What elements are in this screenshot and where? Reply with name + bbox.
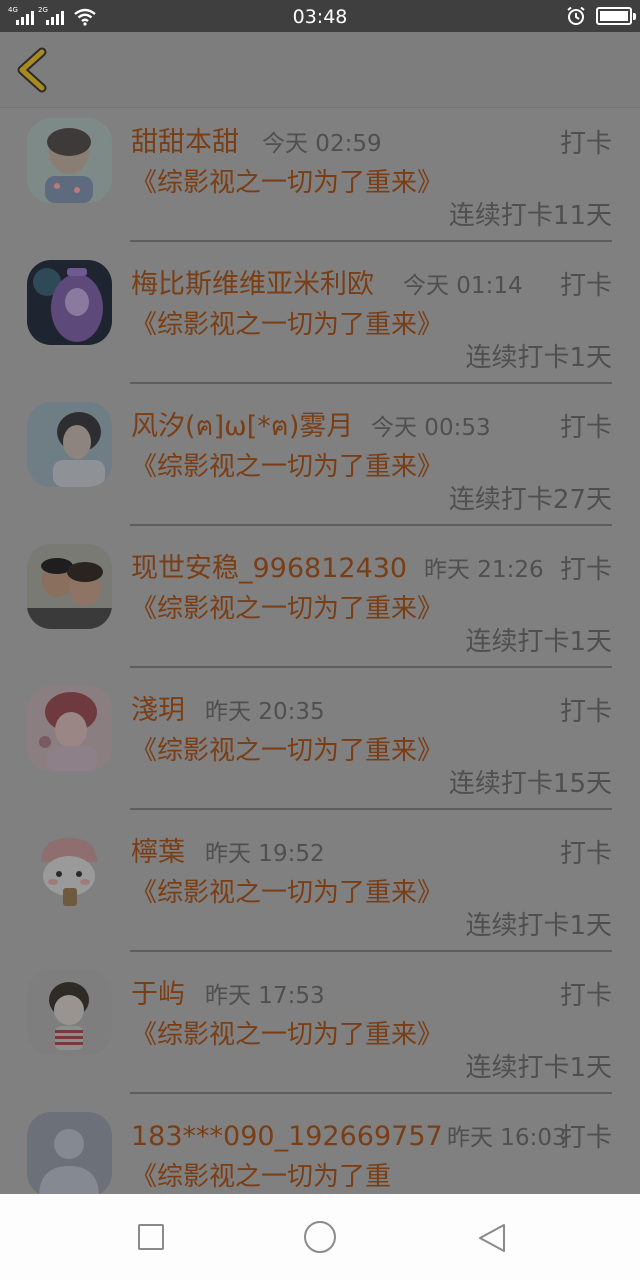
alarm-icon [567,6,585,25]
book-title[interactable]: 《综影视之一切为了重来》 [131,734,443,768]
streak-text: 连续打卡1天 [465,911,612,941]
book-title[interactable]: 《综影视之一切为了重 [131,1160,451,1194]
user-name[interactable]: 于屿 [131,978,185,1012]
list-item[interactable]: 183***090_192669757 昨天 16:03 打卡 《综影视之一切为… [0,1102,640,1194]
list-item[interactable]: 于屿 昨天 17:53 打卡 《综影视之一切为了重来》 连续打卡1天 [0,960,640,1102]
checkin-time: 昨天 16:03 [447,1125,567,1151]
checkin-time: 今天 00:53 [371,415,491,441]
user-name[interactable]: 梅比斯维维亚米利欧 [131,268,374,302]
checkin-action-label: 打卡 [559,129,612,159]
checkin-action-label: 打卡 [559,555,612,585]
avatar[interactable] [27,828,112,913]
checkin-time: 今天 01:14 [403,273,523,299]
user-name[interactable]: 现世安稳_996812430 [131,552,407,586]
checkin-action-label: 打卡 [559,413,612,443]
checkin-action-label: 打卡 [559,839,612,869]
list-item[interactable]: 风汐(ฅ]ω[*ฅ)雾月 今天 00:53 打卡 《综影视之一切为了重来》 连续… [0,392,640,534]
checkin-time: 昨天 17:53 [205,983,325,1009]
book-title[interactable]: 《综影视之一切为了重来》 [131,450,443,484]
checkin-action-label: 打卡 [559,981,612,1011]
default-avatar-icon[interactable] [27,1112,112,1194]
divider [130,666,612,668]
user-name[interactable]: 风汐(ฅ]ω[*ฅ)雾月 [131,410,353,444]
home-icon[interactable] [304,1221,336,1253]
recent-apps-icon[interactable] [138,1224,164,1250]
user-name[interactable]: 甜甜本甜 [131,126,239,160]
streak-text: 连续打卡27天 [448,485,612,515]
divider [130,1092,612,1094]
checkin-time: 昨天 21:26 [424,557,544,583]
divider [130,240,612,242]
checkin-action-label: 打卡 [559,1123,612,1153]
book-title[interactable]: 《综影视之一切为了重来》 [131,1018,443,1052]
divider [130,950,612,952]
back-icon[interactable] [476,1222,508,1254]
list-item[interactable]: 檸葉 昨天 19:52 打卡 《综影视之一切为了重来》 连续打卡1天 [0,818,640,960]
avatar[interactable] [27,402,112,487]
streak-text: 连续打卡1天 [465,1053,612,1083]
checkin-action-label: 打卡 [559,697,612,727]
list-item[interactable]: 淺玥 昨天 20:35 打卡 《综影视之一切为了重来》 连续打卡15天 [0,676,640,818]
user-name[interactable]: 淺玥 [131,694,185,728]
list-item[interactable]: 现世安稳_996812430 昨天 21:26 打卡 《综影视之一切为了重来》 … [0,534,640,676]
navigation-bar [0,1194,640,1280]
status-bar: 4G 2G 03:48 [0,0,640,32]
divider [130,382,612,384]
book-title[interactable]: 《综影视之一切为了重来》 [131,592,443,626]
status-right [566,5,636,27]
battery-icon [596,7,636,25]
divider [130,808,612,810]
book-title[interactable]: 《综影视之一切为了重来》 [131,308,443,342]
divider [130,524,612,526]
user-name[interactable]: 183***090_192669757 [131,1120,443,1154]
status-time: 03:48 [292,6,348,28]
streak-text: 连续打卡1天 [465,627,612,657]
checkin-time: 昨天 19:52 [205,841,325,867]
back-chevron-icon[interactable] [12,46,56,94]
streak-text: 连续打卡15天 [448,769,612,799]
streak-text: 连续打卡1天 [465,343,612,373]
avatar[interactable] [27,260,112,345]
book-title[interactable]: 《综影视之一切为了重来》 [131,876,443,910]
checkin-time: 昨天 20:35 [205,699,325,725]
avatar[interactable] [27,686,112,771]
streak-text: 连续打卡11天 [448,201,612,231]
list-item[interactable]: 甜甜本甜 今天 02:59 打卡 《综影视之一切为了重来》 连续打卡11天 [0,108,640,250]
checkin-action-label: 打卡 [559,271,612,301]
checkin-list[interactable]: 甜甜本甜 今天 02:59 打卡 《综影视之一切为了重来》 连续打卡11天 梅比… [0,108,640,1194]
avatar[interactable] [27,118,112,203]
user-name[interactable]: 檸葉 [131,836,185,870]
top-bar [0,32,640,108]
checkin-time: 今天 02:59 [262,131,382,157]
list-item[interactable]: 梅比斯维维亚米利欧 今天 01:14 打卡 《综影视之一切为了重来》 连续打卡1… [0,250,640,392]
book-title[interactable]: 《综影视之一切为了重来》 [131,166,443,200]
avatar[interactable] [27,970,112,1055]
avatar[interactable] [27,544,112,629]
